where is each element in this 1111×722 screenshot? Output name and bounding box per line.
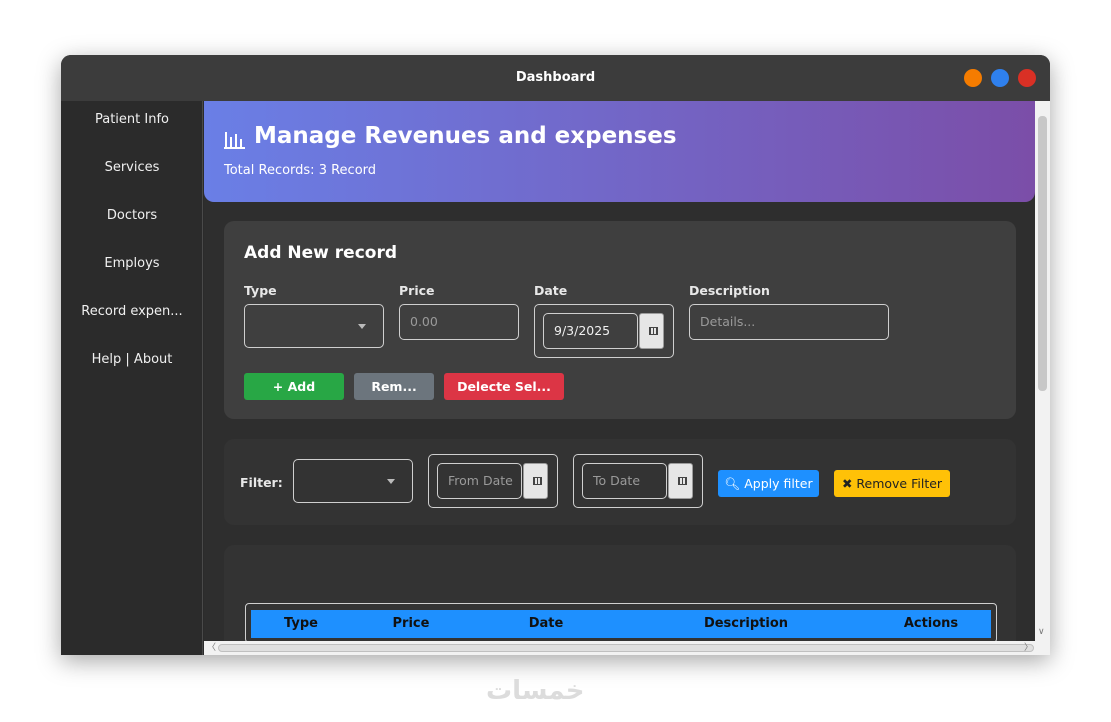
chevron-down-icon [358, 324, 366, 329]
vertical-scroll-thumb[interactable] [1038, 116, 1047, 391]
app-window: Dashboard Patient Info Services Doctors … [61, 55, 1050, 655]
remove-button[interactable]: Rem... [354, 373, 434, 400]
description-input[interactable]: Details... [689, 304, 889, 340]
calendar-icon [649, 327, 658, 335]
sidebar: Patient Info Services Doctors Employs Re… [61, 101, 203, 655]
date-value: 9/3/2025 [554, 323, 611, 338]
horizontal-scrollbar[interactable]: 〈 〉 [204, 641, 1050, 655]
bar-chart-icon [224, 132, 245, 149]
description-placeholder: Details... [700, 314, 756, 329]
apply-filter-label: Apply filter [744, 476, 813, 491]
column-header-description[interactable]: Description [621, 610, 871, 638]
date-label: Date [534, 283, 568, 298]
calendar-button[interactable] [639, 313, 664, 349]
title-bar: Dashboard [61, 55, 1050, 101]
sidebar-item-patient-info[interactable]: Patient Info [61, 112, 203, 127]
column-header-date[interactable]: Date [471, 610, 621, 638]
records-table: Type Price Date Description Actions [245, 603, 997, 643]
column-header-price[interactable]: Price [351, 610, 471, 638]
filter-card: Filter: From Date To Date 🔍︎ Apply filte… [224, 439, 1016, 525]
calendar-icon [533, 477, 542, 485]
add-record-title: Add New record [244, 243, 398, 263]
sidebar-item-employs[interactable]: Employs [61, 256, 203, 271]
vertical-scrollbar[interactable]: ∨ [1035, 101, 1050, 641]
chevron-down-icon [387, 479, 395, 484]
type-label: Type [244, 283, 277, 298]
from-calendar-button[interactable] [523, 463, 548, 499]
calendar-icon [678, 477, 687, 485]
scroll-left-icon[interactable]: 〈 [207, 641, 216, 655]
filter-label: Filter: [240, 475, 283, 490]
sidebar-item-help-about[interactable]: Help | About [61, 352, 203, 367]
sidebar-item-doctors[interactable]: Doctors [61, 208, 203, 223]
maximize-button[interactable] [991, 69, 1009, 87]
horizontal-scroll-thumb[interactable] [218, 644, 1034, 652]
from-date-picker: From Date [428, 454, 558, 508]
description-label: Description [689, 283, 770, 298]
price-input[interactable]: 0.00 [399, 304, 519, 340]
apply-filter-button[interactable]: 🔍︎ Apply filter [718, 470, 819, 497]
date-picker: 9/3/2025 [534, 304, 674, 358]
filter-type-select[interactable] [293, 459, 413, 503]
delete-selected-button[interactable]: Delecte Sel... [444, 373, 564, 400]
add-button[interactable]: + Add [244, 373, 344, 400]
watermark-logo: خمسات [486, 676, 585, 706]
from-date-input[interactable]: From Date [437, 463, 522, 499]
price-label: Price [399, 283, 435, 298]
table-header: Type Price Date Description Actions [251, 610, 991, 638]
from-date-placeholder: From Date [448, 473, 513, 488]
search-icon: 🔍︎ [724, 476, 745, 491]
add-record-card: Add New record Type Price 0.00 Date 9/3/… [224, 221, 1016, 419]
to-date-placeholder: To Date [593, 473, 641, 488]
column-header-type[interactable]: Type [251, 610, 351, 638]
total-records: Total Records: 3 Record [224, 163, 377, 178]
price-placeholder: 0.00 [410, 314, 438, 329]
remove-filter-button[interactable]: ✖ Remove Filter [834, 470, 950, 497]
column-header-actions[interactable]: Actions [871, 610, 991, 638]
scroll-right-icon[interactable]: 〉 [1024, 641, 1033, 655]
sidebar-item-services[interactable]: Services [61, 160, 203, 175]
to-calendar-button[interactable] [668, 463, 693, 499]
to-date-picker: To Date [573, 454, 703, 508]
close-icon: ✖ [841, 476, 857, 491]
remove-filter-label: Remove Filter [856, 476, 943, 491]
minimize-button[interactable] [964, 69, 982, 87]
page-header: Manage Revenues and expenses Total Recor… [204, 101, 1035, 202]
scroll-down-icon[interactable]: ∨ [1038, 625, 1045, 639]
page-title: Manage Revenues and expenses [254, 123, 677, 149]
date-input[interactable]: 9/3/2025 [543, 313, 638, 349]
window-title: Dashboard [515, 70, 596, 85]
type-select[interactable] [244, 304, 384, 348]
to-date-input[interactable]: To Date [582, 463, 667, 499]
sidebar-item-record-expenses[interactable]: Record expen... [61, 304, 203, 319]
close-button[interactable] [1018, 69, 1036, 87]
main-content: Manage Revenues and expenses Total Recor… [204, 101, 1050, 655]
